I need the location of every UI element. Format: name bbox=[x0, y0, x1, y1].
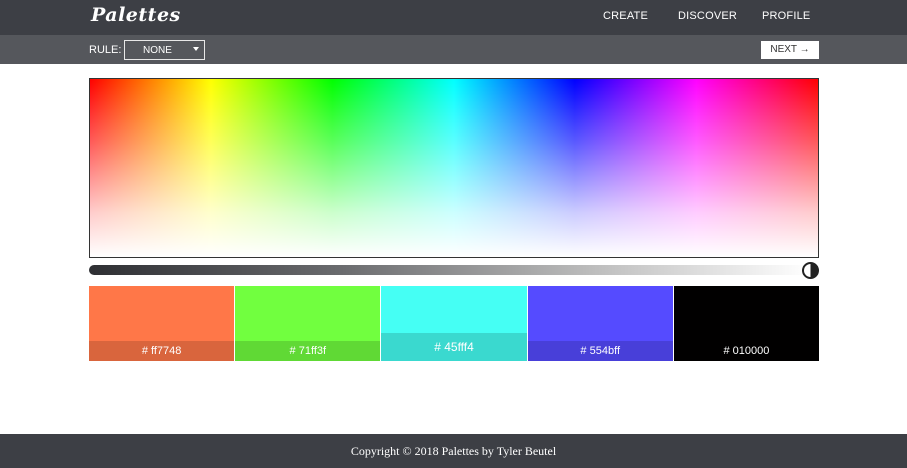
rule-toolbar: RULE: NONE NEXT → bbox=[0, 35, 907, 64]
nav-profile-link[interactable]: PROFILE bbox=[762, 10, 810, 22]
top-navbar: Palettes CREATE DISCOVER PROFILE bbox=[0, 0, 907, 35]
footer-copyright: Copyright © 2018 Palettes by Tyler Beute… bbox=[0, 434, 907, 468]
next-button[interactable]: NEXT → bbox=[761, 41, 819, 59]
swatch-2[interactable]: # 71ff3f bbox=[235, 286, 382, 361]
swatch-hex-label: # ff7748 bbox=[89, 341, 235, 361]
palette-swatches: # ff7748 # 71ff3f # 45fff4 # 554bff # 01… bbox=[89, 286, 820, 361]
swatch-1[interactable]: # ff7748 bbox=[89, 286, 236, 361]
rule-select[interactable]: NONE bbox=[124, 40, 205, 60]
swatch-hex-label: # 554bff bbox=[527, 341, 673, 361]
rule-label: RULE: bbox=[89, 44, 122, 56]
swatch-hex-label: # 010000 bbox=[723, 345, 770, 357]
nav-discover-link[interactable]: DISCOVER bbox=[678, 10, 737, 22]
nav-create-link[interactable]: CREATE bbox=[603, 10, 648, 22]
brightness-slider-knob[interactable] bbox=[802, 262, 819, 279]
spectrum-tint-layer bbox=[90, 79, 818, 257]
swatch-3[interactable]: # 45fff4 bbox=[381, 286, 528, 361]
caret-down-icon bbox=[193, 47, 199, 51]
app-logo[interactable]: Palettes bbox=[91, 4, 181, 26]
color-spectrum-picker[interactable] bbox=[89, 78, 819, 258]
brightness-slider-track[interactable] bbox=[89, 265, 810, 275]
swatch-hex-label: # 45fff4 bbox=[381, 333, 527, 361]
swatch-hex-label: # 71ff3f bbox=[235, 341, 381, 361]
rule-select-value: NONE bbox=[143, 45, 172, 56]
swatch-4[interactable]: # 554bff bbox=[527, 286, 674, 361]
swatch-5[interactable]: # 010000 bbox=[673, 286, 820, 361]
